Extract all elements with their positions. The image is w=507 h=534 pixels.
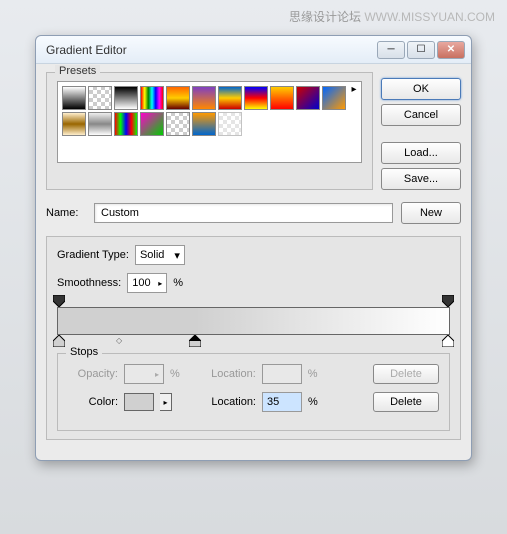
smoothness-label: Smoothness: — [57, 277, 121, 289]
preset-swatch[interactable] — [114, 112, 138, 136]
color-well[interactable] — [124, 393, 154, 411]
color-location-input[interactable]: 35 — [262, 392, 302, 412]
preset-swatch[interactable] — [62, 112, 86, 136]
preset-swatch[interactable] — [218, 86, 242, 110]
midpoint-marker[interactable]: ◇ — [116, 336, 122, 345]
color-stop[interactable] — [442, 335, 454, 347]
gradient-preview[interactable]: ◇ — [57, 307, 450, 335]
presets-list[interactable]: ▸ — [57, 81, 362, 163]
preset-swatch[interactable] — [192, 86, 216, 110]
name-label: Name: — [46, 207, 86, 219]
preset-swatch[interactable] — [192, 112, 216, 136]
opacity-location-label: Location: — [196, 368, 256, 380]
presets-fieldset: Presets ▸ — [46, 72, 373, 190]
preset-swatch[interactable] — [166, 86, 190, 110]
opacity-stop[interactable] — [442, 295, 454, 307]
gradient-type-select[interactable]: Solid▾ — [135, 245, 185, 265]
color-stop-selected[interactable] — [189, 335, 201, 347]
color-location-label: Location: — [196, 396, 256, 408]
maximize-button[interactable]: ☐ — [407, 41, 435, 59]
preset-swatch[interactable] — [114, 86, 138, 110]
cancel-button[interactable]: Cancel — [381, 104, 461, 126]
preset-swatch[interactable] — [296, 86, 320, 110]
preset-swatch[interactable] — [218, 112, 242, 136]
opacity-input: ▸ — [124, 364, 164, 384]
dialog-title: Gradient Editor — [46, 43, 377, 57]
preset-swatch[interactable] — [322, 86, 346, 110]
ok-button[interactable]: OK — [381, 78, 461, 100]
gradient-type-label: Gradient Type: — [57, 249, 129, 261]
gradient-editor-dialog: Gradient Editor ─ ☐ ✕ Presets ▸ — [35, 35, 472, 461]
delete-color-stop-button[interactable]: Delete — [373, 392, 439, 412]
watermark: 思缘设计论坛 WWW.MISSYUAN.COM — [289, 8, 495, 25]
close-button[interactable]: ✕ — [437, 41, 465, 59]
opacity-label: Opacity: — [68, 368, 118, 380]
preset-swatch[interactable] — [270, 86, 294, 110]
delete-opacity-stop-button: Delete — [373, 364, 439, 384]
load-button[interactable]: Load... — [381, 142, 461, 164]
name-input[interactable] — [94, 203, 393, 223]
color-label: Color: — [68, 396, 118, 408]
preset-swatch[interactable] — [88, 112, 112, 136]
preset-swatch[interactable] — [140, 112, 164, 136]
new-button[interactable]: New — [401, 202, 461, 224]
preset-swatch[interactable] — [62, 86, 86, 110]
smoothness-input[interactable]: 100▸ — [127, 273, 167, 293]
preset-swatch[interactable] — [140, 86, 164, 110]
titlebar: Gradient Editor ─ ☐ ✕ — [36, 36, 471, 64]
minimize-button[interactable]: ─ — [377, 41, 405, 59]
color-menu-icon[interactable]: ▸ — [160, 393, 172, 411]
preset-swatch[interactable] — [88, 86, 112, 110]
opacity-location-input — [262, 364, 302, 384]
preset-swatch[interactable] — [244, 86, 268, 110]
preset-swatch[interactable] — [166, 112, 190, 136]
stops-label: Stops — [66, 346, 102, 358]
opacity-stop[interactable] — [53, 295, 65, 307]
percent-label: % — [173, 277, 183, 289]
save-button[interactable]: Save... — [381, 168, 461, 190]
presets-label: Presets — [55, 65, 100, 77]
color-stop[interactable] — [53, 335, 65, 347]
presets-menu-icon[interactable]: ▸ — [346, 81, 362, 97]
